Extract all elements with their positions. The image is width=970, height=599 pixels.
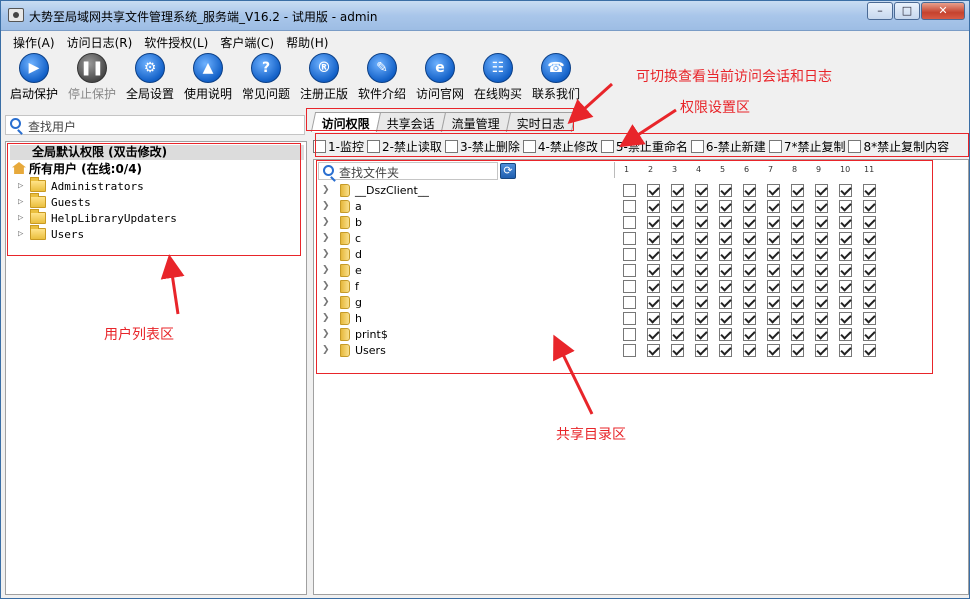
play-icon: ▶	[19, 53, 49, 83]
phone-icon: ☎	[541, 53, 571, 83]
close-icon[interactable]: ✕	[921, 2, 965, 20]
minimize-icon[interactable]: –	[867, 2, 893, 20]
app-icon	[8, 8, 24, 22]
global-settings-button[interactable]: ⚙ 全局设置	[121, 51, 179, 103]
user-guide-button[interactable]: ▲ 使用说明	[179, 51, 237, 103]
menu-access-log[interactable]: 访问日志(R)	[61, 31, 139, 51]
register-button[interactable]: ® 注册正版	[295, 51, 353, 103]
maximize-icon[interactable]: □	[894, 2, 920, 20]
cart-icon: ☷	[483, 53, 513, 83]
tool-label: 常见问题	[241, 87, 290, 101]
stop-protect-button[interactable]: ❚❚ 停止保护	[63, 51, 121, 103]
start-protect-button[interactable]: ▶ 启动保护	[5, 51, 63, 103]
tool-label: 在线购买	[473, 87, 522, 101]
browser-icon: e	[425, 53, 455, 83]
tool-label: 联系我们	[531, 87, 580, 101]
title-bar: 大势至局域网共享文件管理系统_服务端_V16.2 - 试用版 - admin –…	[1, 1, 969, 31]
tool-label: 使用说明	[183, 87, 232, 101]
user-list-annotation: 用户列表区	[104, 327, 174, 343]
menu-license[interactable]: 软件授权(L)	[138, 31, 214, 51]
document-icon: ✎	[367, 53, 397, 83]
menu-client[interactable]: 客户端(C)	[214, 31, 280, 51]
graduation-cap-icon: ▲	[193, 53, 223, 83]
contact-us-button[interactable]: ☎ 联系我们	[527, 51, 585, 103]
gear-icon: ⚙	[135, 53, 165, 83]
user-search-input[interactable]: 查找用户	[5, 115, 305, 135]
folder-annotation: 共享目录区	[556, 427, 626, 443]
tool-label: 访问官网	[415, 87, 464, 101]
tool-label: 停止保护	[67, 87, 116, 101]
permission-highlight-box	[315, 133, 969, 157]
tool-label: 软件介绍	[357, 87, 406, 101]
tool-label: 注册正版	[299, 87, 348, 101]
faq-button[interactable]: ? 常见问题	[237, 51, 295, 103]
window-title: 大势至局域网共享文件管理系统_服务端_V16.2 - 试用版 - admin	[29, 10, 378, 24]
pause-icon: ❚❚	[77, 53, 107, 83]
software-intro-button[interactable]: ✎ 软件介绍	[353, 51, 411, 103]
search-icon	[10, 118, 21, 129]
menu-bar: 操作(A) 访问日志(R) 软件授权(L) 客户端(C) 帮助(H)	[1, 31, 969, 51]
visit-website-button[interactable]: e 访问官网	[411, 51, 469, 103]
menu-help[interactable]: 帮助(H)	[280, 31, 334, 51]
tabs-highlight-box	[306, 108, 574, 131]
question-icon: ?	[251, 53, 281, 83]
tool-label: 全局设置	[125, 87, 174, 101]
buy-online-button[interactable]: ☷ 在线购买	[469, 51, 527, 103]
tabs-annotation: 可切换查看当前访问会话和日志	[636, 69, 832, 85]
permission-annotation: 权限设置区	[680, 100, 750, 116]
user-list-highlight-box	[7, 143, 301, 256]
tool-label: 启动保护	[9, 87, 58, 101]
menu-operate[interactable]: 操作(A)	[7, 31, 61, 51]
user-search-placeholder: 查找用户	[28, 120, 77, 134]
registered-icon: ®	[309, 53, 339, 83]
folder-highlight-box	[316, 160, 933, 374]
